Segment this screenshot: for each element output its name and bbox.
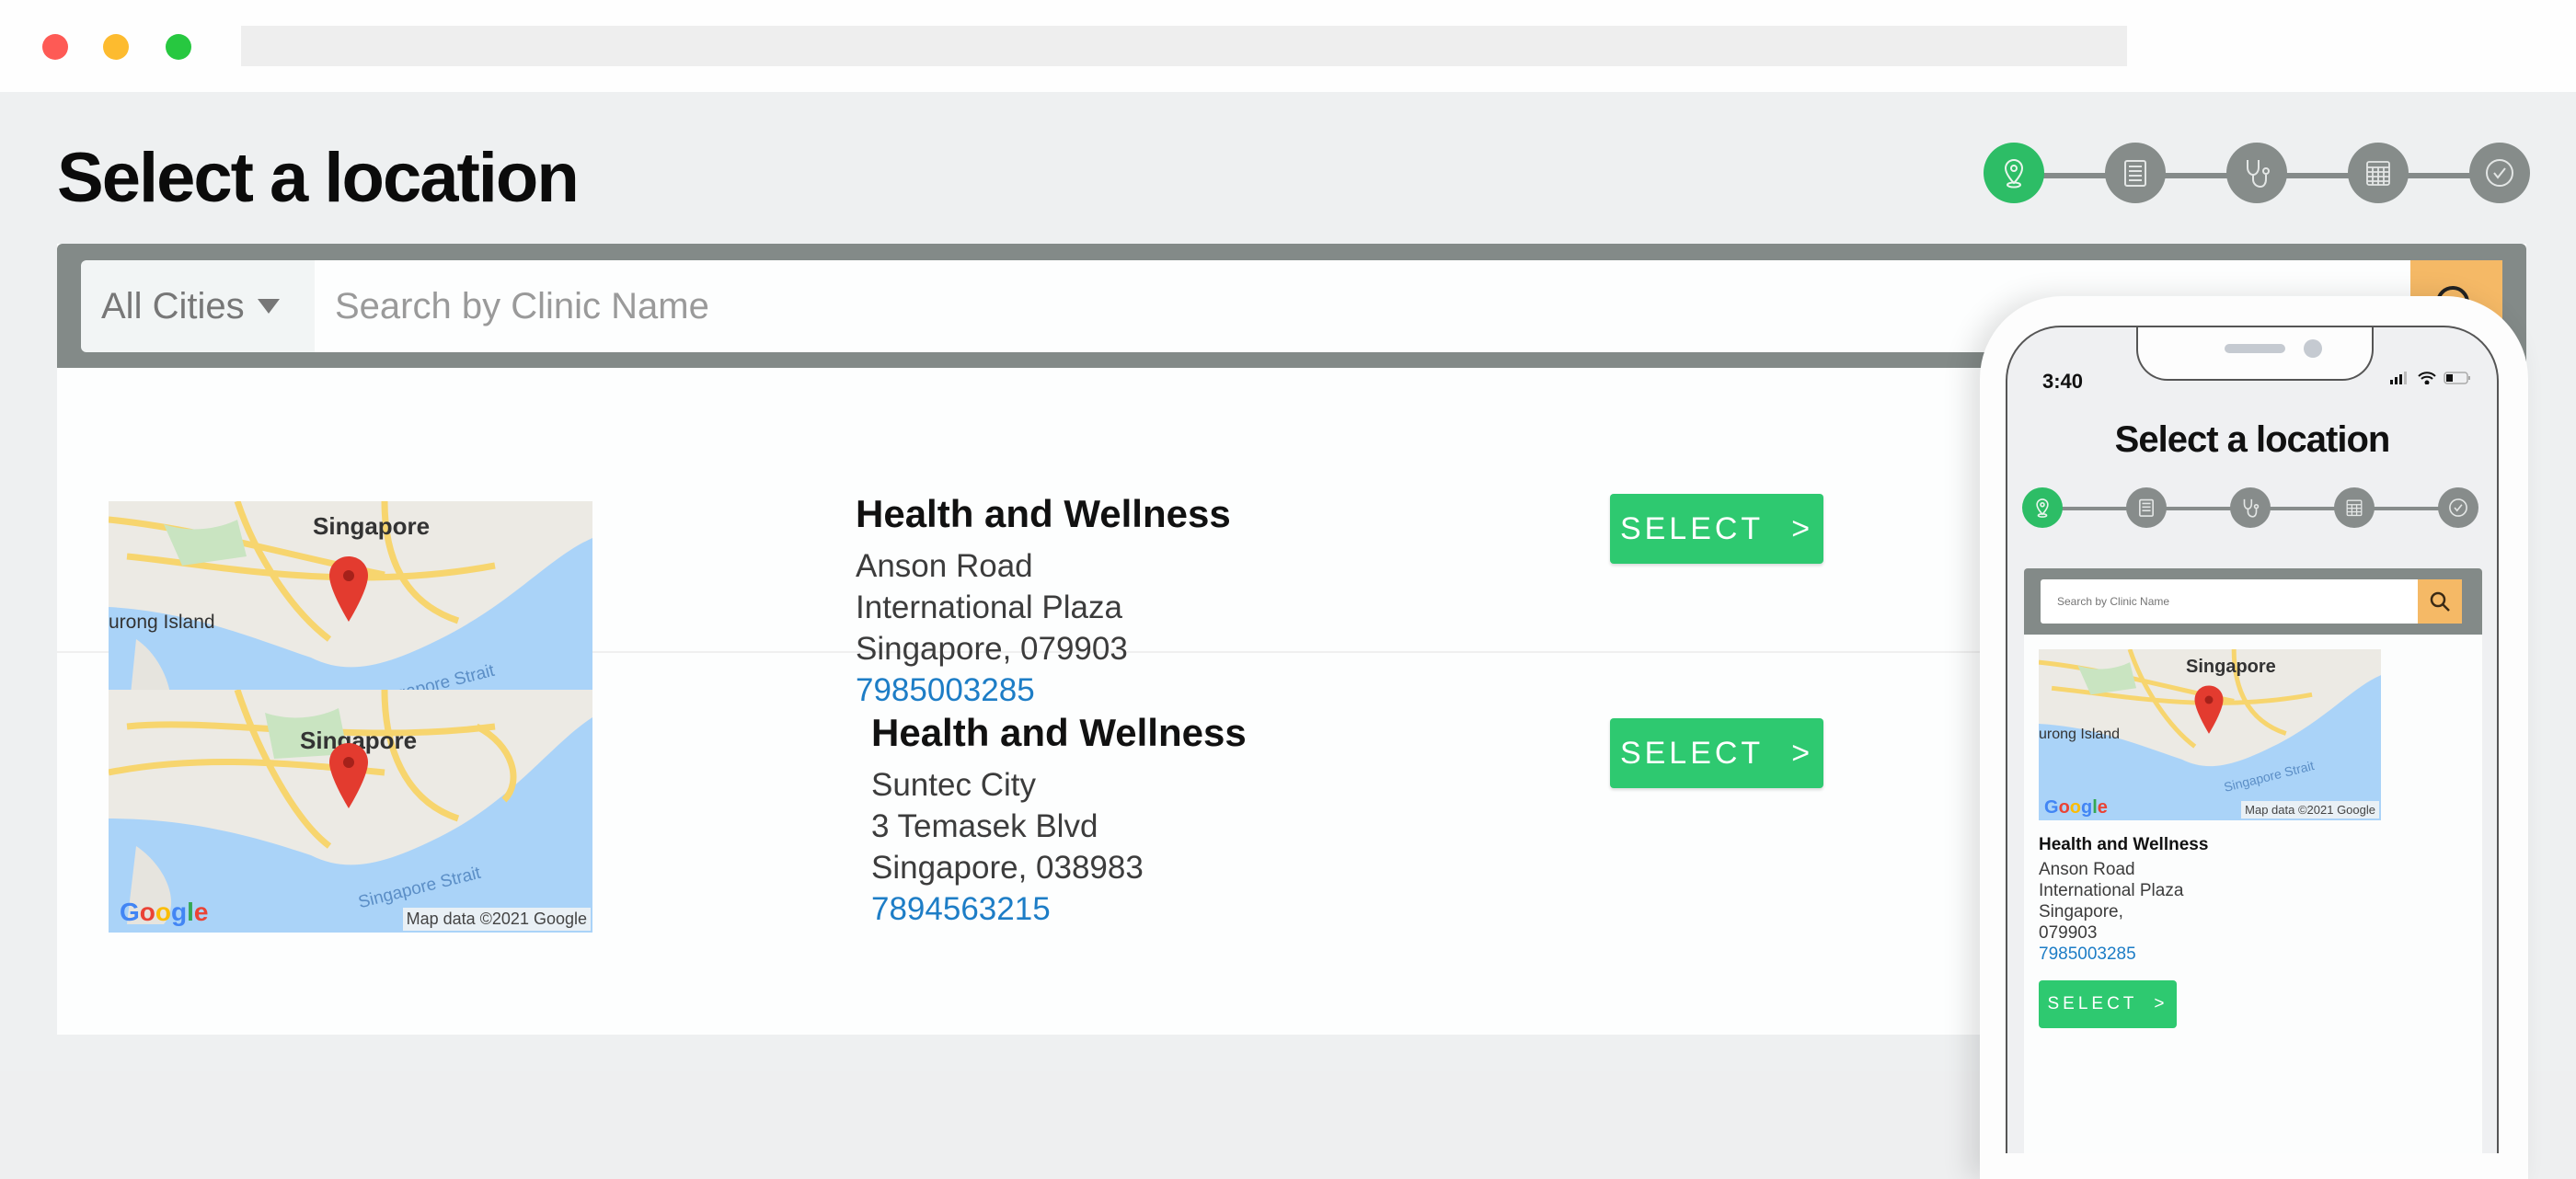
phone-clinic-info: Health and Wellness Anson Road Internati… <box>2039 835 2208 966</box>
phone-step-details[interactable] <box>2126 487 2167 528</box>
window-maximize-button[interactable] <box>166 34 191 60</box>
battery-icon <box>2444 372 2470 384</box>
chevron-right-icon: > <box>1791 510 1814 546</box>
step-location[interactable] <box>1984 143 2044 203</box>
clinic-name: Health and Wellness <box>871 711 1247 754</box>
clinic-name: Health and Wellness <box>856 492 1231 535</box>
phone-speaker <box>2225 344 2285 353</box>
window-minimize-button[interactable] <box>103 34 129 60</box>
check-circle-icon <box>2449 498 2467 517</box>
phone-search-bar <box>2024 568 2482 635</box>
calendar-icon <box>2346 499 2363 517</box>
clinic-address-line: International Plaza <box>856 590 1122 625</box>
phone-step-doctor[interactable] <box>2230 487 2271 528</box>
step-doctor[interactable] <box>2226 143 2287 203</box>
clinic-phone-link[interactable]: 7894563215 <box>871 888 1247 930</box>
window-close-button[interactable] <box>42 34 68 60</box>
browser-chrome <box>0 0 2576 92</box>
phone-camera <box>2304 339 2322 358</box>
clinic-phone-link[interactable]: 7985003285 <box>2039 944 2208 966</box>
phone-page-title: Select a location <box>2114 419 2391 460</box>
clinic-address-line: Singapore, <box>2039 902 2123 921</box>
clinic-address-line: 079903 <box>2039 923 2098 943</box>
map-city-label: Singapore <box>2186 657 2276 677</box>
phone-step-confirm[interactable] <box>2438 487 2478 528</box>
address-bar[interactable] <box>241 26 2127 66</box>
google-logo: Google <box>2044 797 2108 818</box>
map-island-label: urong Island <box>2039 727 2121 742</box>
select-clinic-button[interactable]: SELECT > <box>1610 494 1823 564</box>
calendar-icon <box>2366 161 2390 186</box>
caret-down-icon <box>257 299 280 314</box>
step-schedule[interactable] <box>2348 143 2409 203</box>
chevron-right-icon: > <box>2154 994 2168 1013</box>
chevron-right-icon: > <box>1791 735 1814 771</box>
map-credit: Map data ©2021 Google <box>402 908 591 931</box>
stethoscope-icon <box>2243 498 2260 518</box>
search-icon <box>2430 591 2450 612</box>
phone-step-location[interactable] <box>2022 487 2063 528</box>
select-clinic-button[interactable]: SELECT > <box>1610 718 1823 788</box>
step-confirm[interactable] <box>2469 143 2530 203</box>
phone-progress-stepper <box>2022 487 2482 530</box>
map-marker-icon <box>329 743 368 808</box>
clinic-address-line: Anson Road <box>856 548 1033 584</box>
progress-stepper <box>1984 143 2576 207</box>
page: Select a location All Cities Search by C… <box>0 92 2576 1179</box>
select-button-label: SELECT <box>1619 510 1765 546</box>
phone-clinic-map[interactable]: Singapore urong Island Singapore Strait … <box>2039 649 2381 820</box>
page-title: Select a location <box>57 139 580 217</box>
map-city-label: Singapore <box>313 512 431 540</box>
status-time: 3:40 <box>2042 370 2084 393</box>
map-credit: Map data ©2021 Google <box>2241 801 2379 818</box>
map-island-label: urong Island <box>109 612 215 633</box>
step-details[interactable] <box>2105 143 2166 203</box>
city-filter-value: All Cities <box>101 285 245 326</box>
select-button-label: SELECT <box>1619 735 1765 771</box>
map-pin-icon <box>2036 498 2049 518</box>
clinic-info: Health and Wellness Suntec City 3 Temase… <box>871 711 1247 930</box>
phone-screen: 3:40 Select a location Search by Clinic … <box>2006 326 2499 1153</box>
map-marker-icon <box>329 556 368 622</box>
status-icons <box>2390 372 2471 384</box>
clinic-address-line: Singapore, 038983 <box>871 850 1144 886</box>
clinic-name: Health and Wellness <box>2039 835 2209 854</box>
city-filter-dropdown[interactable]: All Cities <box>81 260 315 352</box>
document-icon <box>2139 498 2154 517</box>
clinic-address-line: Anson Road <box>2039 860 2135 879</box>
phone-step-schedule[interactable] <box>2334 487 2375 528</box>
wifi-icon <box>2418 372 2436 384</box>
google-logo: Google <box>120 898 209 926</box>
check-circle-icon <box>2486 159 2513 187</box>
clinic-map[interactable]: Singapore Singapore Strait Google Map da… <box>109 690 592 933</box>
map-marker-icon <box>2194 685 2224 734</box>
clinic-address-line: International Plaza <box>2039 881 2184 900</box>
stethoscope-icon <box>2247 160 2270 189</box>
phone-select-clinic-button[interactable]: SELECT > <box>2039 980 2177 1028</box>
select-button-label: SELECT <box>2047 994 2138 1013</box>
phone-clinic-search-input[interactable] <box>2041 579 2418 624</box>
phone-mockup: 3:40 Select a location Search by Clinic … <box>1980 296 2528 1179</box>
signal-icon <box>2390 372 2407 384</box>
phone-notch <box>2136 327 2374 381</box>
clinic-address-line: 3 Temasek Blvd <box>871 808 1098 844</box>
clinic-address-line: Suntec City <box>871 767 1036 803</box>
phone-clinic-card: Singapore urong Island Singapore Strait … <box>2024 635 2482 1153</box>
map-pin-icon <box>2004 158 2024 189</box>
phone-search-button[interactable] <box>2418 579 2462 624</box>
document-icon <box>2124 160 2146 187</box>
